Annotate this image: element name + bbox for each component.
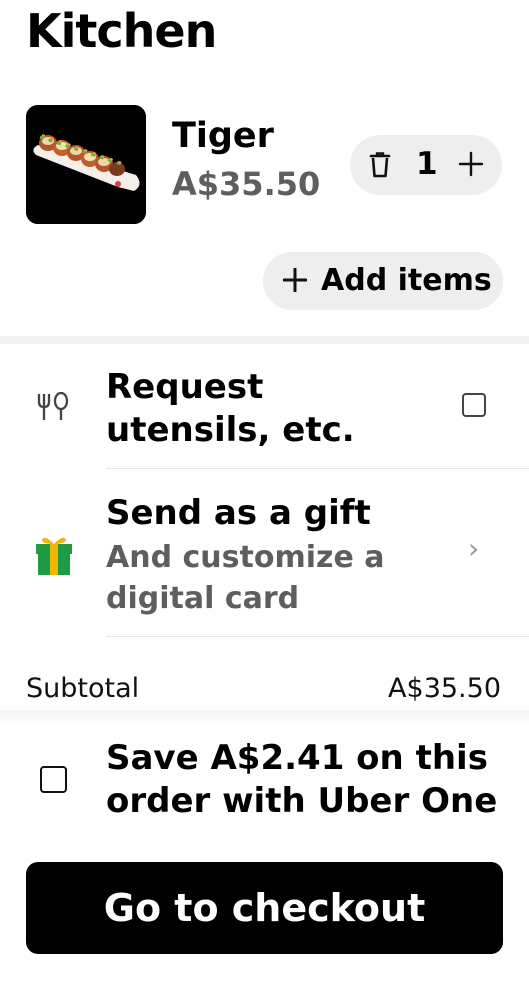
item-price: A$35.50 — [172, 165, 321, 203]
sushi-roll-image — [26, 105, 146, 224]
chevron-right-icon: › — [468, 532, 480, 565]
request-utensils-label: Request utensils, etc. — [106, 367, 355, 450]
quantity-stepper: 1 — [350, 135, 502, 195]
subtotal-label: Subtotal — [26, 673, 140, 704]
send-as-gift-title: Send as a gift — [106, 493, 371, 533]
uber-one-offer-text: Save A$2.41 on this order with Uber One — [106, 738, 498, 821]
trash-icon[interactable] — [368, 151, 392, 183]
row-divider — [106, 468, 529, 469]
plus-icon — [282, 267, 308, 296]
request-utensils-checkbox[interactable] — [462, 393, 486, 417]
bottom-sheet-shadow — [0, 710, 529, 724]
store-title-text: Kitchen — [26, 4, 217, 58]
checkout-button[interactable]: Go to checkout — [26, 862, 503, 954]
increase-quantity-icon[interactable] — [458, 151, 484, 181]
quantity-value: 1 — [416, 146, 438, 182]
item-name: Tiger — [172, 116, 274, 156]
section-divider — [0, 336, 529, 344]
item-image — [26, 105, 146, 224]
add-items-label: Add items — [321, 263, 492, 298]
utensils-icon — [36, 391, 70, 426]
add-items-button[interactable]: Add items — [263, 252, 503, 310]
row-divider — [106, 636, 529, 637]
uber-one-checkbox[interactable] — [40, 766, 67, 793]
subtotal-value: A$35.50 — [388, 673, 501, 704]
send-as-gift-subtitle: And customize a digital card — [106, 540, 385, 616]
gift-icon — [34, 534, 74, 580]
checkout-button-label: Go to checkout — [103, 886, 426, 930]
